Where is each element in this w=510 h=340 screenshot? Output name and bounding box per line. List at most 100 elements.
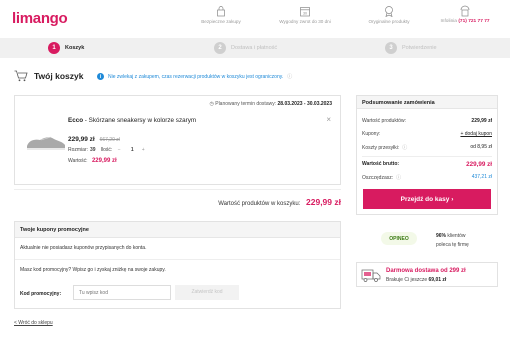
opineo-percent: 96% bbox=[436, 233, 447, 239]
qty-label: Ilość: bbox=[100, 147, 113, 153]
item-value-label: Wartość: bbox=[68, 158, 88, 164]
missing-value: 69,01 zł bbox=[428, 277, 447, 283]
missing-label: Brakuje Ci jeszcze bbox=[386, 277, 428, 283]
checkout-button[interactable]: Przejdź do kasy › bbox=[363, 189, 491, 209]
feature-safe-shopping: Bezpieczne zakupy bbox=[186, 5, 256, 24]
cart-item: ◷ Planowany termin dostawy: 28.03.2023 -… bbox=[14, 95, 341, 185]
infoline-label: Infolinia bbox=[440, 19, 457, 24]
summary-row-shipping: Koszty przesyłki: ⓘ od 8,95 zł bbox=[362, 144, 492, 151]
notice-text: Nie zwlekaj z zakupem, czas rezerwacji p… bbox=[108, 73, 284, 80]
padlock-icon bbox=[217, 6, 225, 17]
step-label: Potwierdzenie bbox=[402, 45, 437, 51]
step-number: 2 bbox=[214, 42, 226, 54]
summary-label: Wartość brutto: bbox=[362, 161, 400, 167]
summary-label-wrap: Koszty przesyłki: ⓘ bbox=[362, 144, 407, 151]
step-label: Koszyk bbox=[65, 45, 85, 51]
summary-value: od 8,95 zł bbox=[470, 144, 492, 150]
summary-label-wrap: Oszczędzasz: ⓘ bbox=[362, 174, 401, 181]
help-icon[interactable]: ⓘ bbox=[396, 175, 401, 181]
cart-heading: Twój koszyk bbox=[14, 70, 83, 82]
reservation-notice: i Nie zwlekaj z zakupem, czas rezerwacji… bbox=[97, 73, 292, 80]
summary-gross-value: 229,99 zł bbox=[466, 161, 492, 168]
coupons-title: Twoje kupony promocyjne bbox=[15, 222, 340, 238]
remove-item-icon[interactable]: × bbox=[326, 115, 331, 124]
opineo-text: poleca tę firmę bbox=[436, 242, 469, 248]
feature-free-returns: 30 Wygodny zwrot do 30 dni bbox=[270, 5, 340, 24]
size-value: 39 bbox=[90, 147, 96, 153]
step-label: Dostawa i płatność bbox=[231, 45, 278, 51]
clock-icon: ◷ bbox=[209, 101, 214, 107]
subtotal-value: 229,99 zł bbox=[306, 197, 341, 207]
free-shipping-promo: Darmowa dostawa od 299 zł Brakuje Ci jes… bbox=[356, 262, 498, 287]
help-icon[interactable]: ⓘ bbox=[287, 73, 292, 80]
subtotal-label: Wartość produktów w koszyku: bbox=[218, 201, 301, 207]
checkout-steps: 1 Koszyk 2 Dostawa i płatność 3 Potwierd… bbox=[0, 38, 510, 58]
old-price: 667,20 zł bbox=[99, 137, 120, 143]
divider bbox=[14, 189, 341, 190]
item-value: Wartość: 229,99 zł bbox=[68, 158, 117, 164]
summary-row-products: Wartość produktów: 229,99 zł bbox=[362, 118, 492, 124]
step-cart: 1 Koszyk bbox=[48, 42, 84, 54]
summary-title: Podsumowanie zamówienia bbox=[357, 96, 497, 109]
summary-row-savings: Oszczędzasz: ⓘ 437,21 zł bbox=[362, 174, 492, 181]
calendar-icon: 30 bbox=[300, 7, 310, 17]
cart-title: Twój koszyk bbox=[34, 71, 84, 81]
coupons-panel: Twoje kupony promocyjne Aktualnie nie po… bbox=[14, 221, 341, 309]
summary-row-gross: Wartość brutto: 229,99 zł bbox=[362, 161, 492, 168]
summary-label: Wartość produktów: bbox=[362, 118, 406, 124]
truck-icon bbox=[361, 269, 381, 282]
cart-icon bbox=[14, 70, 28, 82]
product-name[interactable]: Ecco - Skórzane sneakersy w kolorze szar… bbox=[68, 117, 196, 124]
delivery-estimate: ◷ Planowany termin dostawy: 28.03.2023 -… bbox=[209, 101, 332, 107]
divider bbox=[15, 259, 340, 260]
opineo-rating: 96% klientów poleca tę firmę bbox=[436, 232, 496, 250]
opineo-badge[interactable]: OPINEO bbox=[381, 232, 417, 245]
feature-label: Bezpieczne zakupy bbox=[201, 19, 241, 24]
qty-increase-button[interactable]: + bbox=[139, 147, 147, 153]
info-icon: i bbox=[97, 73, 104, 80]
add-coupon-link[interactable]: + dodaj kupon bbox=[460, 131, 492, 137]
size-label: Rozmiar: bbox=[68, 147, 89, 153]
promo-code-input[interactable] bbox=[73, 285, 171, 300]
limango-logo[interactable]: limango bbox=[12, 10, 68, 27]
opineo-clients: klientów bbox=[447, 233, 466, 239]
item-value-amount: 229,99 zł bbox=[91, 158, 117, 164]
summary-savings-value: 437,21 zł bbox=[471, 174, 492, 180]
summary-label: Koszty przesyłki: bbox=[362, 145, 400, 151]
size-quantity-row: Rozmiar: 39 Ilość: − 1 + bbox=[68, 147, 147, 153]
delivery-dates: 28.03.2023 - 30.03.2023 bbox=[277, 101, 333, 107]
summary-row-coupons: Kupony: + dodaj kupon bbox=[362, 131, 492, 137]
summary-value: 229,99 zł bbox=[471, 118, 492, 124]
delivery-label: Planowany termin dostawy: bbox=[215, 101, 277, 107]
step-confirmation: 3 Potwierdzenie bbox=[385, 42, 437, 54]
feature-original-products: Oryginalne produkty bbox=[354, 5, 424, 24]
infoline[interactable]: Infolinia (71) 721 77 77 bbox=[430, 5, 500, 24]
current-price: 229,99 zł bbox=[68, 136, 95, 143]
free-shipping-title: Darmowa dostawa od 299 zł bbox=[386, 268, 466, 274]
product-title: - Skórzane sneakersy w kolorze szarym bbox=[83, 117, 197, 124]
summary-label: Oszczędzasz: bbox=[362, 175, 394, 181]
svg-text:30: 30 bbox=[303, 12, 307, 16]
product-image[interactable] bbox=[25, 131, 67, 153]
order-summary: Podsumowanie zamówienia Wartość produktó… bbox=[356, 95, 498, 215]
feature-label: Oryginalne produkty bbox=[368, 19, 410, 24]
help-icon[interactable]: ⓘ bbox=[402, 145, 407, 151]
promo-code-label: Kod promocyjny: bbox=[20, 291, 62, 297]
qty-value[interactable]: 1 bbox=[128, 147, 136, 153]
badge-icon bbox=[385, 6, 393, 17]
step-number: 1 bbox=[48, 42, 60, 54]
phone-icon bbox=[460, 5, 470, 17]
step-delivery-payment: 2 Dostawa i płatność bbox=[214, 42, 277, 54]
no-coupons-text: Aktualnie nie posiadasz kuponów przypisa… bbox=[20, 245, 147, 251]
back-to-shop-link[interactable]: < Wróć do sklepu bbox=[14, 320, 53, 326]
product-price: 229,99 zł 667,20 zł bbox=[68, 136, 120, 143]
qty-decrease-button[interactable]: − bbox=[115, 147, 123, 153]
feature-label: Wygodny zwrot do 30 dni bbox=[279, 19, 331, 24]
apply-code-button[interactable]: Zatwierdź kod bbox=[175, 285, 239, 300]
step-number: 3 bbox=[385, 42, 397, 54]
promo-question: Masz kod promocyjny? Wpisz go i zyskaj z… bbox=[20, 267, 166, 273]
free-shipping-missing: Brakuje Ci jeszcze 69,01 zł bbox=[386, 277, 446, 283]
summary-label: Kupony: bbox=[362, 131, 381, 137]
divider bbox=[362, 156, 492, 157]
infoline-phone[interactable]: (71) 721 77 77 bbox=[458, 19, 489, 24]
